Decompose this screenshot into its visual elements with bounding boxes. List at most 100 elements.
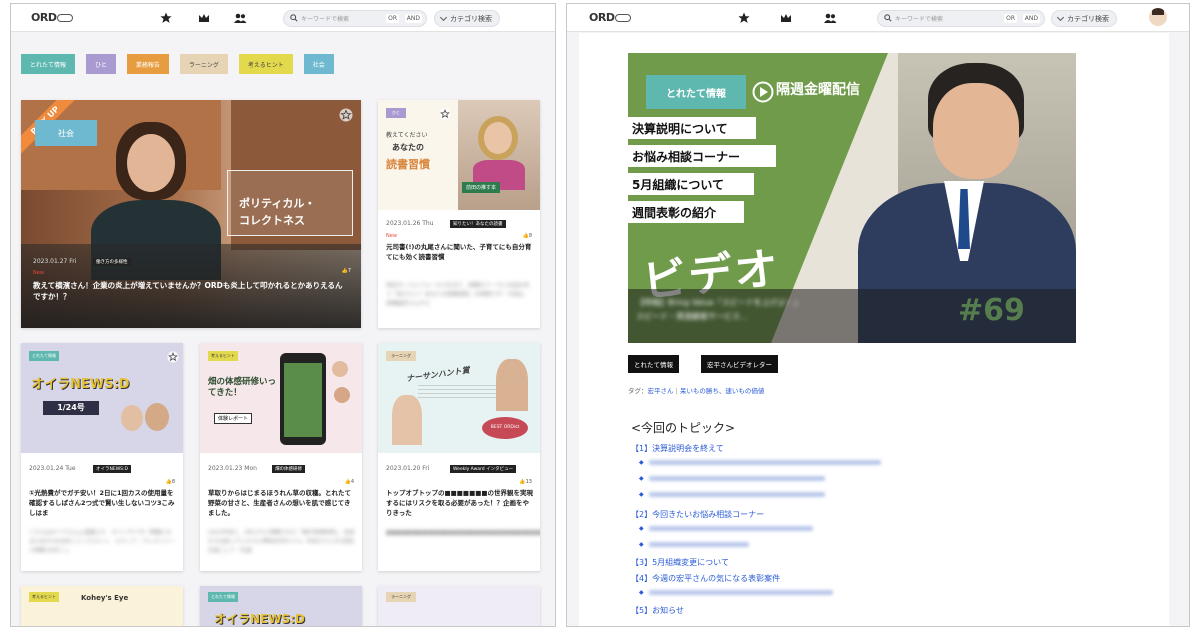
search-input[interactable]: キーワードで検索 xyxy=(895,14,943,23)
topics-heading: <今回のトピック> xyxy=(631,421,736,435)
top-header: ORD キーワードで検索 OR AND カテゴリ検索 xyxy=(567,4,1189,32)
bookmark-star-icon[interactable] xyxy=(167,351,179,363)
article-thumbnail: 考えるヒント 畑の体感研修いってきた！ 体験レポート xyxy=(200,343,362,453)
chevron-down-icon xyxy=(439,13,448,22)
or-toggle[interactable]: OR xyxy=(1004,14,1017,23)
category-search-button[interactable]: カテゴリ検索 xyxy=(434,10,500,27)
play-icon xyxy=(752,81,774,103)
article-tag[interactable]: オイラNEWS:D xyxy=(93,465,131,473)
star-icon[interactable] xyxy=(737,12,751,24)
hero-image: とれたて情報 隔週金曜配信 決算説明について お悩み相談コーナー 5月組織につい… xyxy=(628,53,1076,343)
topic-link[interactable]: 【4】今週の宏平さんの気になる表彰案件 xyxy=(631,573,780,584)
like-count[interactable]: 👍8 xyxy=(166,479,175,485)
article-excerpt: 特定の一人にフォーカスを当て、読書をテーマにお話を伺う「知りたい！あなたの読書習… xyxy=(386,283,530,307)
crown-icon[interactable] xyxy=(197,12,211,24)
topic-link[interactable]: 【5】お知らせ xyxy=(631,605,684,616)
category-badge: ラーニング xyxy=(386,351,416,361)
like-count[interactable]: 👍8 xyxy=(523,233,532,239)
chip-toretate[interactable]: とれたて情報 xyxy=(21,54,76,74)
article-date: 2023.01.26 Thu xyxy=(386,220,434,227)
article-card[interactable]: ラーニング xyxy=(378,586,540,626)
hero-schedule: 隔週金曜配信 xyxy=(776,82,860,98)
crown-icon[interactable] xyxy=(779,12,793,24)
article-tag[interactable]: Weekly Award インタビュー xyxy=(450,465,517,473)
like-count[interactable]: 👍13 xyxy=(519,479,532,485)
hero-badge: とれたて情報 xyxy=(646,75,746,109)
tag-link[interactable]: 呆いもの勝ち、速いもの価値 xyxy=(680,387,765,395)
article-thumbnail: ラーニング ナーサンハント賞 BEST ORDist xyxy=(378,343,540,453)
article-card[interactable]: 考えるヒント Kohey's Eye xyxy=(21,586,183,626)
ord-logo[interactable]: ORD xyxy=(31,11,74,24)
search-icon xyxy=(884,14,892,22)
article-date: 2023.01.24 Tue xyxy=(29,465,76,472)
or-toggle[interactable]: OR xyxy=(386,14,399,23)
thumb-text: コレクトネス xyxy=(239,214,305,227)
ord-logo[interactable]: ORD xyxy=(589,11,632,24)
article-title[interactable]: 草取りからはじまるほうれん草の収穫。とれたて野菜の甘さと、生産者さんの想いを肌で… xyxy=(208,488,356,518)
article-date: 2023.01.20 Fri xyxy=(386,465,430,472)
category-badge: とれたて情報 xyxy=(29,351,59,361)
category-button[interactable]: とれたて情報 xyxy=(628,355,679,373)
bookmark-star-icon[interactable] xyxy=(439,108,451,120)
search-input[interactable]: キーワードで検索 xyxy=(301,14,349,23)
search-box[interactable]: キーワードで検索 OR AND xyxy=(877,10,1045,27)
article-excerpt: ■■■■■■■■■■■■■■■■■■■■■■■■■■■■■■■■■■■■■■ xyxy=(386,530,540,536)
chip-shakai[interactable]: 社会 xyxy=(303,54,334,74)
left-screenshot: ORD キーワードで検索 OR AND カテゴリ検索 とれたて情報 ひと 業務報… xyxy=(10,3,556,627)
tag-line: タグ：宏平さん | 呆いもの勝ち、速いもの価値 xyxy=(628,387,765,395)
chip-hint[interactable]: 考えるヒント xyxy=(238,54,293,74)
bookmark-star-icon[interactable] xyxy=(339,108,353,122)
article-title[interactable]: トップオブトップの■■■■■■■の世界観を実現するにはリスクを取る必要があった！… xyxy=(386,488,534,518)
article-card[interactable]: 教えてください あなたの 読書習慣 前田の推す本 ひと 2023.01.26 T… xyxy=(378,100,540,328)
topic-link[interactable]: 【3】5月組織変更について xyxy=(631,557,729,568)
article-thumbnail: 教えてください あなたの 読書習慣 前田の推す本 ひと xyxy=(378,100,540,210)
top-header: ORD キーワードで検索 OR AND カテゴリ検索 xyxy=(11,4,555,32)
category-badge: ラーニング xyxy=(386,592,416,602)
users-icon[interactable] xyxy=(233,12,247,24)
article-title[interactable]: ①光熱費がでガチ安い！2日に1回カスの使用量を確認するしばさん2つ式で賢い生しな… xyxy=(29,488,177,518)
article-card[interactable]: とれたて情報 オイラNEWS:D 1/24号 2023.01.24 Tue オイ… xyxy=(21,343,183,571)
star-icon[interactable] xyxy=(159,12,173,24)
article-title[interactable]: 教えて横濱さん！企業の炎上が増えていませんか？ORDも炎上して叩かれるとかありえ… xyxy=(33,280,348,302)
chip-hito[interactable]: ひと xyxy=(86,54,116,74)
episode-number: #69 xyxy=(958,293,1025,328)
chip-gyomu[interactable]: 業務報告 xyxy=(126,54,169,74)
chevron-down-icon xyxy=(1056,13,1065,22)
category-badge: ひと xyxy=(386,108,406,118)
avatar[interactable] xyxy=(1149,8,1167,26)
search-icon xyxy=(290,14,298,22)
topic-link[interactable]: 【2】今回きたいお悩み相談コーナー xyxy=(631,509,764,520)
chip-learning[interactable]: ラーニング xyxy=(179,54,228,74)
article-title[interactable]: 元司書(!)の丸尾さんに聞いた、子育てにも自分育てにも効く読書習慣 xyxy=(386,242,534,262)
article-date: 2023.01.27 Fri xyxy=(33,258,77,265)
article-thumbnail: とれたて情報 オイラNEWS:D 1/24号 xyxy=(21,343,183,453)
new-label: New xyxy=(33,270,44,276)
category-badge: 考えるヒント xyxy=(208,351,238,361)
category-chips: とれたて情報 ひと 業務報告 ラーニング 考えるヒント 社会 xyxy=(21,54,334,74)
like-count[interactable]: 👍4 xyxy=(345,479,354,485)
article-page: とれたて情報 隔週金曜配信 決算説明について お悩み相談コーナー 5月組織につい… xyxy=(579,33,1169,626)
and-toggle[interactable]: AND xyxy=(1022,14,1040,23)
thumb-text: ポリティカル・ xyxy=(239,197,316,210)
right-screenshot: ORD キーワードで検索 OR AND カテゴリ検索 とれたて情報 隔週金曜配信… xyxy=(566,3,1190,627)
article-tag[interactable]: 働き方の多様性 xyxy=(93,258,131,266)
article-card[interactable]: とれたて情報 オイラNEWS:D xyxy=(200,586,362,626)
article-card[interactable]: ラーニング ナーサンハント賞 BEST ORDist 2023.01.20 Fr… xyxy=(378,343,540,571)
users-icon[interactable] xyxy=(823,12,837,24)
like-count[interactable]: 👍7 xyxy=(342,268,351,274)
category-badge: 考えるヒント xyxy=(29,592,59,602)
category-badge: 社会 xyxy=(35,120,97,146)
category-badge: とれたて情報 xyxy=(208,592,238,602)
featured-article-card[interactable]: ポリティカル・ コレクトネス PICK UP 社会 2023.01.27 Fri… xyxy=(21,100,361,328)
tag-link[interactable]: 宏平さん xyxy=(648,387,674,395)
and-toggle[interactable]: AND xyxy=(404,14,422,23)
series-button[interactable]: 宏平さんビデオレター xyxy=(701,355,778,373)
topic-link[interactable]: 【1】決算説明会を終えて xyxy=(631,443,724,454)
article-excerpt: 2022年末に、2年ぶりに再開された「畑の体感研修」。名前だけは知っていたけど興… xyxy=(208,530,355,554)
article-date: 2023.01.23 Mon xyxy=(208,465,257,472)
category-search-button[interactable]: カテゴリ検索 xyxy=(1051,10,1117,27)
article-tag[interactable]: 知りたい！あなたの読書 xyxy=(450,220,506,228)
article-card[interactable]: 考えるヒント 畑の体感研修いってきた！ 体験レポート 2023.01.23 Mo… xyxy=(200,343,362,571)
search-box[interactable]: キーワードで検索 OR AND xyxy=(283,10,427,27)
article-tag[interactable]: 畑の体感研修 xyxy=(272,465,305,473)
